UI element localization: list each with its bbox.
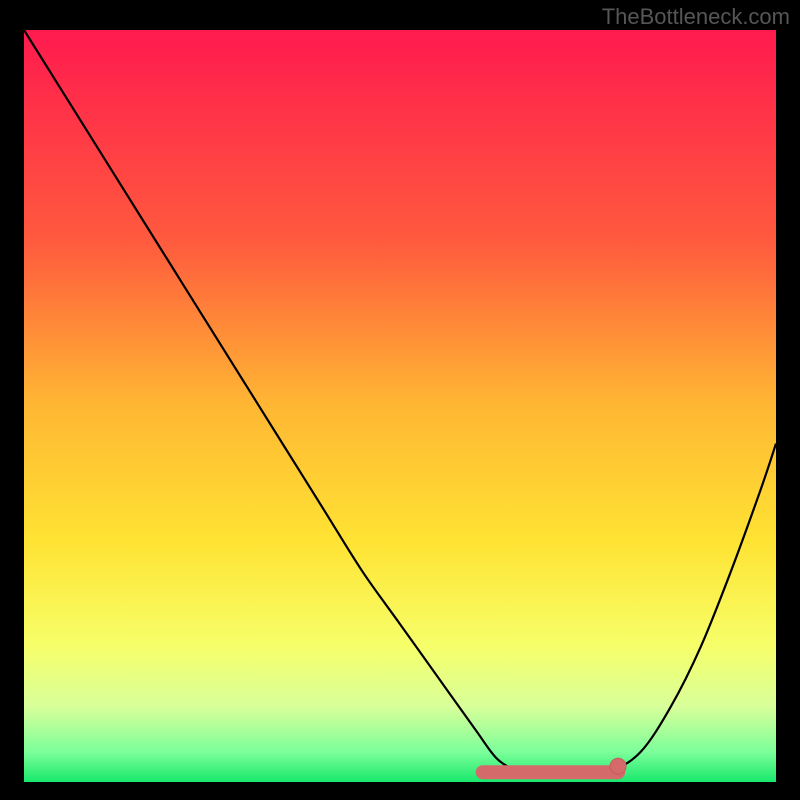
watermark: TheBottleneck.com xyxy=(602,4,790,30)
optimal-point-marker xyxy=(610,758,626,774)
plot-area xyxy=(24,30,776,782)
chart-svg xyxy=(24,30,776,782)
bottleneck-curve xyxy=(24,30,776,773)
